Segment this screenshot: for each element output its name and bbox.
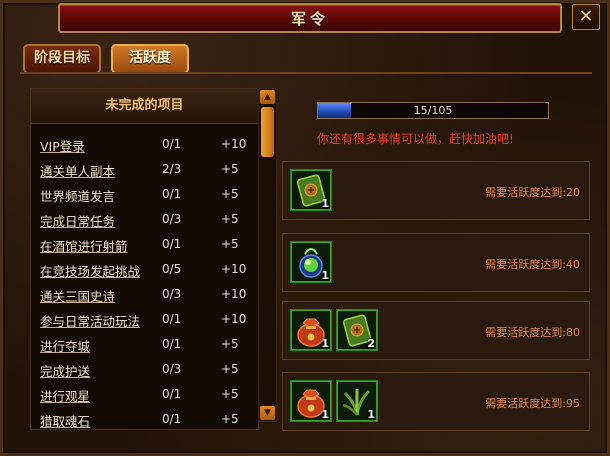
task-name[interactable]: 进行观星 [40, 386, 90, 405]
reward-requirement: 需要活跃度达到:20 [485, 186, 580, 199]
green-scroll-icon[interactable]: 1 [290, 169, 332, 211]
task-name[interactable]: VIP登录 [40, 136, 85, 155]
reward-row: 1 需要活跃度达到:40 [282, 233, 590, 292]
red-pouch-icon[interactable]: 1 [290, 309, 332, 351]
green-orb-icon[interactable]: 1 [290, 241, 332, 283]
reward-requirement: 需要活跃度达到:80 [485, 326, 580, 339]
reward-requirement: 需要活跃度达到:40 [485, 258, 580, 271]
task-row[interactable]: 进行夺城 0/1 +5 [31, 332, 258, 357]
task-points: +10 [221, 287, 247, 301]
task-points: +5 [221, 412, 239, 426]
task-points: +10 [221, 137, 247, 151]
task-row[interactable]: 进行观星 0/1 +5 [31, 382, 258, 407]
task-progress: 0/3 [162, 212, 182, 226]
task-list-scrollbar[interactable]: ▲ ▼ [258, 88, 277, 422]
task-progress: 0/1 [162, 187, 182, 201]
task-progress: 2/3 [162, 162, 182, 176]
task-name[interactable]: 在竞技场发起挑战 [40, 261, 140, 280]
close-icon[interactable]: ✕ [572, 4, 600, 30]
task-points: +5 [221, 362, 239, 376]
scroll-thumb[interactable] [261, 107, 274, 157]
green-scroll-icon[interactable]: 2 [336, 309, 378, 351]
tab-stage-goals[interactable]: 阶段目标 [23, 44, 101, 74]
task-progress: 0/1 [162, 137, 182, 151]
task-points: +10 [221, 312, 247, 326]
task-name[interactable]: 通关单人副本 [40, 161, 115, 180]
task-name[interactable]: 在酒馆进行射箭 [40, 236, 128, 255]
task-progress: 0/1 [162, 412, 182, 426]
reward-row: 1 需要活跃度达到:20 [282, 161, 590, 220]
task-name[interactable]: 完成日常任务 [40, 211, 115, 230]
reward-row: 1 2 需要活跃度达到:80 [282, 301, 590, 360]
task-row[interactable]: 在竞技场发起挑战 0/5 +10 [31, 257, 258, 282]
task-name[interactable]: 猎取魂石 [40, 411, 90, 430]
task-progress: 0/1 [162, 387, 182, 401]
item-count: 1 [321, 197, 329, 210]
item-count: 1 [321, 337, 329, 350]
task-row[interactable]: VIP登录 0/1 +10 [31, 132, 258, 157]
task-row[interactable]: 参与日常活动玩法 0/1 +10 [31, 307, 258, 332]
activity-hint: 你还有很多事情可以做，赶快加油吧! [317, 132, 514, 146]
item-count: 1 [321, 269, 329, 282]
task-progress: 0/1 [162, 237, 182, 251]
task-progress: 0/1 [162, 337, 182, 351]
task-points: +5 [221, 212, 239, 226]
reward-requirement: 需要活跃度达到:95 [485, 397, 580, 410]
task-row[interactable]: 猎取魂石 0/1 +5 [31, 407, 258, 432]
task-name[interactable]: 参与日常活动玩法 [40, 311, 140, 330]
task-progress: 0/1 [162, 312, 182, 326]
task-list-header: 未完成的项目 [31, 89, 258, 124]
task-points: +5 [221, 237, 239, 251]
activity-progress-text: 15/105 [413, 104, 453, 117]
task-name[interactable]: 通关三国史诗 [40, 286, 115, 305]
reward-row: 1 1 需要活跃度达到:95 [282, 372, 590, 431]
task-row[interactable]: 通关单人副本 2/3 +5 [31, 157, 258, 182]
item-count: 1 [321, 408, 329, 421]
task-row[interactable]: 世界频道发言 0/1 +5 [31, 182, 258, 207]
scroll-up-icon[interactable]: ▲ [260, 90, 275, 104]
red-pouch-icon[interactable]: 1 [290, 380, 332, 422]
title-bar: 军令 [58, 3, 562, 33]
tab-divider [20, 72, 592, 74]
item-count: 2 [367, 337, 375, 350]
task-row[interactable]: 在酒馆进行射箭 0/1 +5 [31, 232, 258, 257]
task-points: +5 [221, 337, 239, 351]
task-row[interactable]: 完成日常任务 0/3 +5 [31, 207, 258, 232]
task-progress: 0/3 [162, 287, 182, 301]
scroll-down-icon[interactable]: ▼ [260, 406, 275, 420]
activity-progress-bar: 15/105 [317, 102, 549, 119]
task-name[interactable]: 进行夺城 [40, 336, 90, 355]
task-name[interactable]: 世界频道发言 [40, 186, 115, 205]
task-row[interactable]: 通关三国史诗 0/3 +10 [31, 282, 258, 307]
task-list-panel: 未完成的项目 VIP登录 0/1 +10 通关单人副本 2/3 +5 世界频道发言 0/1 +5… [30, 88, 259, 430]
task-progress: 0/3 [162, 362, 182, 376]
task-points: +10 [221, 262, 247, 276]
task-name[interactable]: 完成护送 [40, 361, 90, 380]
window-title: 军令 [290, 10, 329, 28]
task-row[interactable]: 完成护送 0/3 +5 [31, 357, 258, 382]
task-points: +5 [221, 387, 239, 401]
task-points: +5 [221, 162, 239, 176]
task-progress: 0/5 [162, 262, 182, 276]
green-herb-icon[interactable]: 1 [336, 380, 378, 422]
item-count: 1 [367, 408, 375, 421]
tab-activity[interactable]: 活跃度 [111, 44, 189, 74]
task-points: +5 [221, 187, 239, 201]
